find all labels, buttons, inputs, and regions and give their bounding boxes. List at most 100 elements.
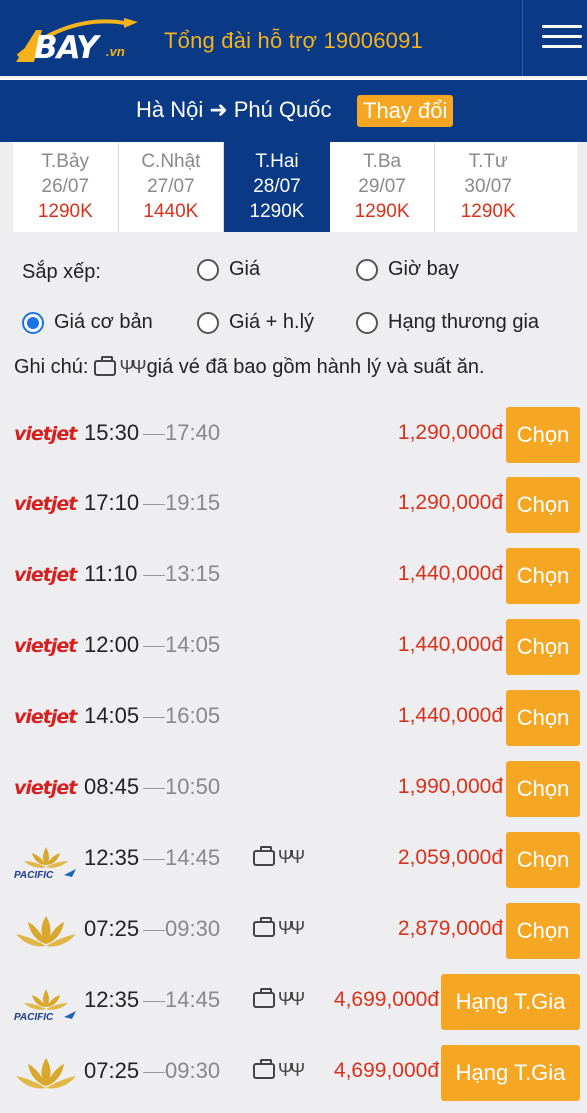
arrival-time: 17:40 [165,420,221,445]
filter-price-luggage-radio[interactable]: Giá + h.lý [197,311,314,334]
sort-price-radio[interactable]: Giá [197,258,260,281]
top-header: BAY .vn Tổng đài hỗ trợ 19006091 [0,0,587,76]
time-separator [143,859,165,860]
departure-time: 08:45 [84,774,140,799]
time-separator [143,1001,165,1002]
meal-icon: ΨΨ [278,989,305,1009]
luggage-icon [253,916,275,937]
included-icons: ΨΨ [250,916,305,939]
date-tab[interactable]: T.Bảy 26/07 1290K [13,142,119,232]
arrival-time: 10:50 [165,774,221,799]
flight-price: 1,290,000đ [397,421,503,444]
flight-row: PACIFIC 12:35 14:45 ΨΨ 4,699,000đ Hạng T… [0,971,587,1033]
select-flight-button[interactable]: Chọn [506,690,580,746]
arrow-right-icon: ➜ [209,97,228,122]
vietjet-logo: vietjet [14,630,77,664]
date-price: 1290K [37,201,93,222]
arrival-time: 16:05 [165,703,221,728]
radio-circle [197,311,219,334]
radio-label: Giá cơ bản [54,311,153,333]
airline-name: vietjet [14,564,77,586]
route-summary: Hà Nội ➜ Phú Quốc [136,97,332,123]
date-day: T.Ba [363,151,402,172]
flight-price: 1,440,000đ [397,633,503,656]
date-day: C.Nhật [141,151,201,172]
change-route-button[interactable]: Thay đổi [357,95,454,127]
luggage-icon [253,845,275,866]
arrival-time: 14:05 [165,632,221,657]
radio-circle [356,311,378,334]
select-flight-button[interactable]: Chọn [506,832,580,888]
flight-row: vietjet 14:05 16:05 1,440,000đ Chọn [0,687,587,749]
departure-time: 14:05 [84,703,140,728]
route-from: Hà Nội [136,97,204,122]
select-flight-button[interactable]: Chọn [506,761,580,817]
filter-business-radio[interactable]: Hạng thương gia [356,311,539,334]
time-separator [143,504,165,505]
luggage-icon [94,355,117,376]
time-separator [143,646,165,647]
hotline-text[interactable]: Tổng đài hỗ trợ 19006091 [164,28,423,54]
select-flight-button[interactable]: Chọn [506,548,580,604]
radio-circle-selected [22,311,44,334]
date-tab[interactable]: T.Tư 30/07 1290K [435,142,541,232]
flight-row: vietjet 12:00 14:05 1,440,000đ Chọn [0,616,587,678]
departure-time: 07:25 [84,916,140,941]
abay-logo[interactable]: BAY .vn [12,10,142,66]
meal-icon: ΨΨ [119,357,146,377]
luggage-icon [253,987,275,1008]
date-tab-active[interactable]: T.Hai 28/07 1290K [224,142,330,232]
departure-time: 12:00 [84,632,140,657]
radio-circle [356,258,378,281]
vietjet-logo: vietjet [14,488,77,522]
flight-price: 2,879,000đ [397,917,503,940]
date-selector: T.Bảy 26/07 1290K C.Nhật 27/07 1440K T.H… [13,142,577,232]
meal-icon: ΨΨ [278,918,305,938]
arrival-time: 09:30 [165,1058,221,1083]
vietjet-logo: vietjet [14,559,77,593]
select-flight-button[interactable]: Chọn [506,407,580,463]
flight-row: vietjet 11:10 13:15 1,440,000đ Chọn [0,545,587,607]
date-price: 1290K [354,201,410,222]
select-flight-button[interactable]: Chọn [506,903,580,959]
note: Ghi chú: ΨΨ giá vé đã bao gồm hành lý và… [14,355,485,379]
flight-price: 1,290,000đ [397,491,503,514]
select-flight-button[interactable]: Chọn [506,619,580,675]
filter-base-price-radio[interactable]: Giá cơ bản [22,311,153,334]
departure-time: 07:25 [84,1058,140,1083]
airline-name: PACIFIC [14,870,54,881]
flight-row: vietjet 15:30 17:40 1,290,000đ Chọn [0,404,587,466]
included-icons: ΨΨ [250,987,305,1010]
date-date: 27/07 [147,176,195,197]
radio-label: Giá + h.lý [229,311,315,333]
vietjet-logo: vietjet [14,418,77,452]
meal-icon: ΨΨ [278,1060,305,1080]
date-date: 30/07 [464,176,512,197]
radio-circle [197,258,219,281]
date-day: T.Tư [468,151,508,172]
menu-button[interactable] [522,0,587,76]
airline-name: PACIFIC [14,1012,54,1023]
radio-label: Hạng thương gia [388,311,540,333]
flight-price: 1,440,000đ [397,704,503,727]
date-tab[interactable]: T.Ba 29/07 1290K [330,142,436,232]
departure-time: 15:30 [84,420,140,445]
sort-time-radio[interactable]: Giờ bay [356,258,459,281]
departure-time: 11:10 [84,561,138,586]
business-class-button[interactable]: Hạng T.Gia [441,974,580,1030]
route-to: Phú Quốc [233,97,332,122]
departure-time: 12:35 [84,987,140,1012]
radio-label: Giờ bay [388,258,459,280]
lotus-icon [16,1058,76,1089]
pacific-airlines-logo: PACIFIC [14,843,76,881]
date-tab[interactable]: C.Nhật 27/07 1440K [119,142,225,232]
flight-price: 4,699,000đ [333,1059,439,1082]
select-flight-button[interactable]: Chọn [506,477,580,533]
radio-label: Giá [229,258,261,280]
business-class-button[interactable]: Hạng T.Gia [441,1045,580,1101]
date-price: 1290K [249,201,305,222]
vietnam-airlines-logo [14,1056,76,1090]
time-separator [143,788,165,789]
departure-time: 17:10 [84,490,140,515]
date-day: T.Hai [255,151,299,172]
